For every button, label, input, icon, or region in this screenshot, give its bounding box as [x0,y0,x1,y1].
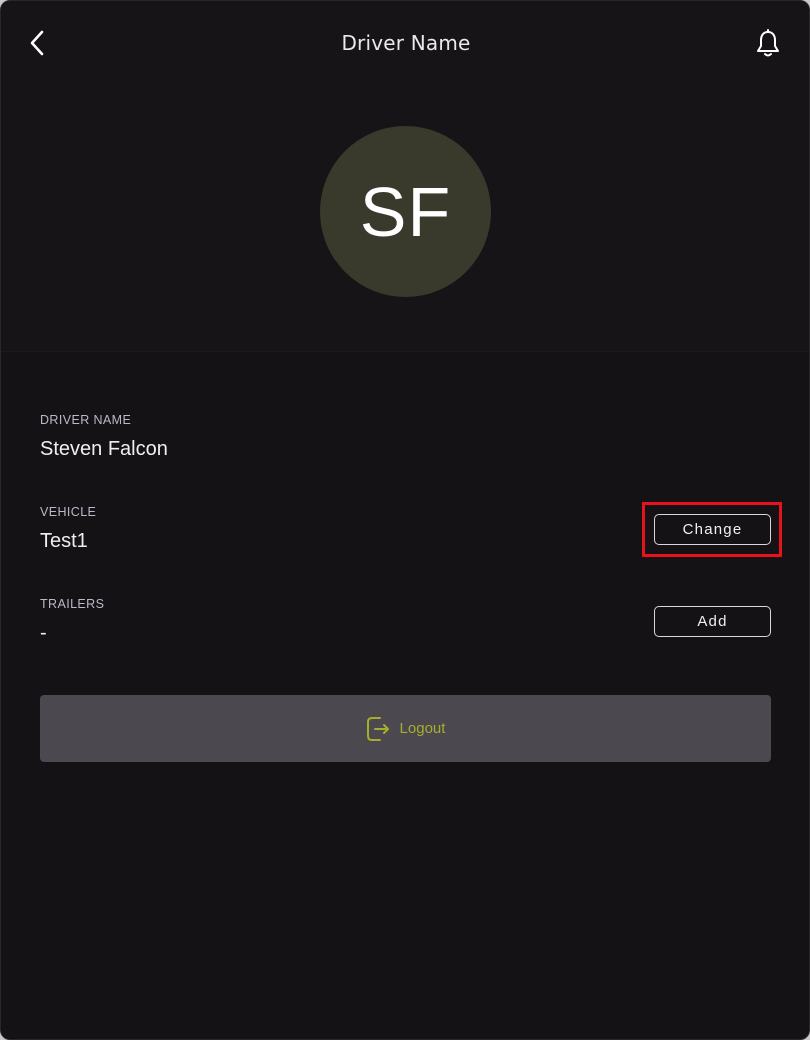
logout-button[interactable]: Logout [40,695,771,762]
driver-name-value: Steven Falcon [40,438,168,460]
profile-header: Driver Name SF [1,1,809,352]
logout-label: Logout [399,720,446,737]
vehicle-label: VEHICLE [40,505,97,519]
driver-profile-screen: Driver Name SF DRIVER NAME Steven Falcon… [0,0,810,1040]
trailers-value: - [40,622,47,644]
logout-icon [366,716,390,742]
trailers-label: TRAILERS [40,597,105,611]
driver-name-label: DRIVER NAME [40,413,132,427]
page-title: Driver Name [341,31,471,55]
vehicle-value: Test1 [40,530,88,552]
avatar: SF [320,126,491,297]
add-trailer-button[interactable]: Add [654,606,771,637]
change-vehicle-button[interactable]: Change [654,514,771,545]
bell-icon [757,29,779,57]
avatar-initials: SF [359,172,452,251]
notifications-button[interactable] [751,27,785,61]
